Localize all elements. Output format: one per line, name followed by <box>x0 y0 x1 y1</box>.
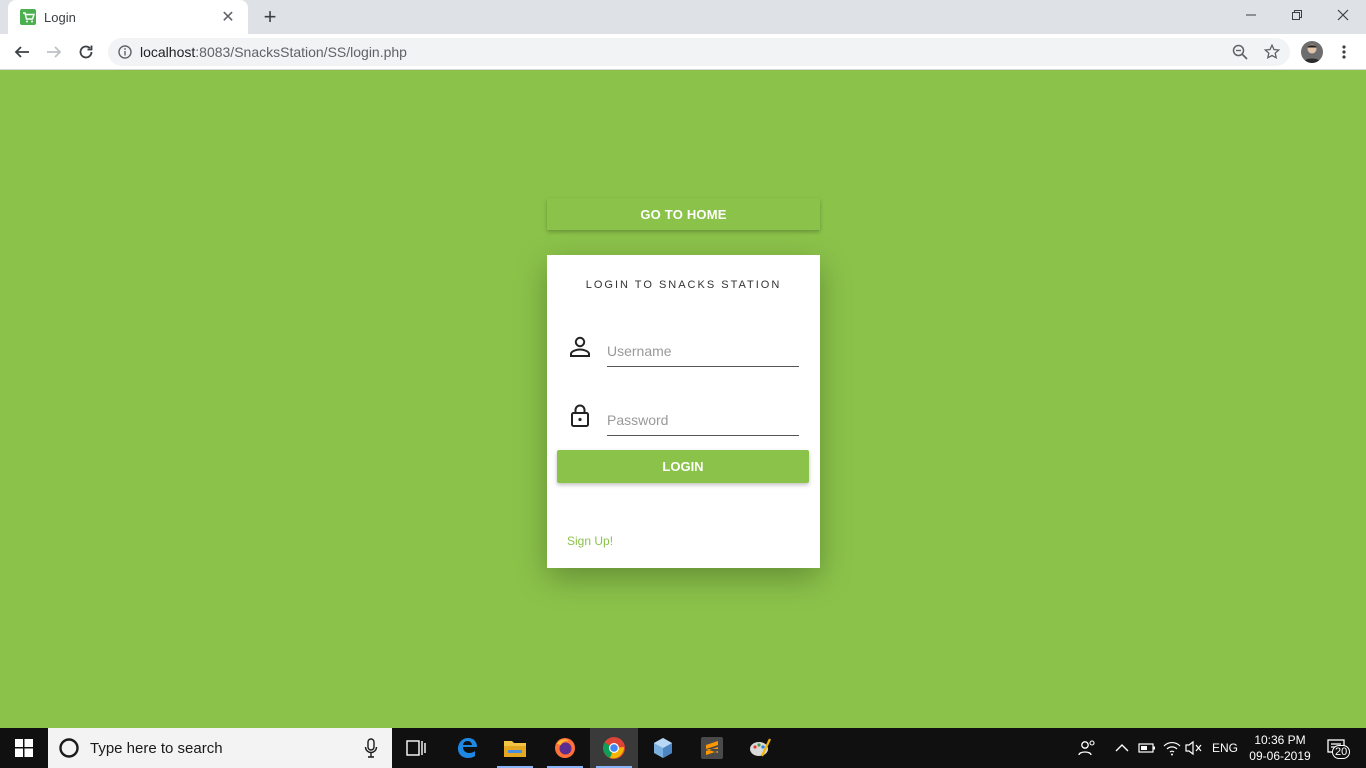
people-button[interactable] <box>1077 738 1097 758</box>
chevron-up-icon <box>1115 744 1129 752</box>
person-icon <box>570 336 590 357</box>
system-clock[interactable]: 10:36 PM 09-06-2019 <box>1240 732 1320 764</box>
taskbar-virtualbox[interactable] <box>639 728 687 768</box>
cart-favicon-icon <box>20 9 36 25</box>
taskbar-paint[interactable] <box>736 728 784 768</box>
kebab-menu-icon <box>1342 45 1346 59</box>
zoom-out-icon <box>1232 44 1248 60</box>
notification-badge: 20 <box>1332 745 1351 759</box>
browser-tab-bar: Login ✕ + <box>0 0 1366 34</box>
card-title: LOGIN TO SNACKS STATION <box>585 279 782 291</box>
edge-browser-icon <box>458 738 477 758</box>
forward-button[interactable] <box>41 39 67 65</box>
battery-icon <box>1138 743 1155 753</box>
reload-button[interactable] <box>73 39 99 65</box>
folder-icon <box>504 741 526 757</box>
task-view-icon <box>406 740 426 756</box>
star-icon <box>1264 44 1280 60</box>
close-icon <box>1337 9 1349 21</box>
username-field[interactable] <box>607 337 799 367</box>
taskbar-search[interactable]: Type here to search <box>48 728 392 768</box>
login-card: LOGIN TO SNACKS STATION LOGIN Sign Up! <box>547 255 820 568</box>
chrome-icon <box>603 737 625 759</box>
taskbar-firefox[interactable] <box>541 728 589 768</box>
password-input[interactable] <box>607 406 799 434</box>
browser-toolbar: localhost:8083/SnacksStation/SS/login.ph… <box>0 34 1366 70</box>
info-icon[interactable] <box>118 45 132 59</box>
speaker-muted-icon <box>1185 740 1202 756</box>
username-input[interactable] <box>607 337 799 365</box>
search-placeholder: Type here to search <box>90 739 223 757</box>
show-hidden-icons-button[interactable] <box>1112 738 1132 758</box>
bookmark-button[interactable] <box>1260 40 1284 64</box>
paint-palette-icon <box>750 738 771 757</box>
url-host: localhost <box>140 44 196 60</box>
cube-app-icon <box>654 738 672 758</box>
battery-button[interactable] <box>1137 738 1157 758</box>
minimize-icon <box>1246 14 1256 16</box>
network-button[interactable] <box>1162 738 1182 758</box>
windows-logo-icon <box>15 739 33 757</box>
sublime-text-icon <box>701 737 723 759</box>
taskbar-sublime-text[interactable] <box>688 728 736 768</box>
tab-title: Login <box>44 9 76 25</box>
zoom-button[interactable] <box>1228 40 1252 64</box>
volume-button[interactable] <box>1184 738 1204 758</box>
taskbar-edge[interactable] <box>443 728 491 768</box>
back-arrow-icon <box>14 46 29 58</box>
restore-button[interactable] <box>1274 0 1320 30</box>
url-text: localhost:8083/SnacksStation/SS/login.ph… <box>140 44 407 60</box>
browser-tab[interactable]: Login ✕ <box>8 0 248 34</box>
start-button[interactable] <box>0 728 48 768</box>
close-window-button[interactable] <box>1320 0 1366 30</box>
wifi-icon <box>1163 742 1181 756</box>
forward-arrow-icon <box>47 46 62 58</box>
clock-date: 09-06-2019 <box>1249 749 1311 763</box>
microphone-icon[interactable] <box>364 738 378 758</box>
url-path: :8083/SnacksStation/SS/login.php <box>195 44 407 60</box>
taskbar-file-explorer[interactable] <box>491 728 539 768</box>
people-icon <box>1078 740 1095 756</box>
action-center-button[interactable]: 20 <box>1323 738 1351 759</box>
lock-icon <box>571 404 589 427</box>
profile-avatar[interactable] <box>1301 41 1323 63</box>
new-tab-button[interactable]: + <box>258 5 282 29</box>
back-button[interactable] <box>9 39 35 65</box>
minimize-button[interactable] <box>1228 0 1274 30</box>
clock-time: 10:36 PM <box>1254 733 1306 747</box>
browser-menu-button[interactable] <box>1334 40 1354 64</box>
task-view-button[interactable] <box>392 728 440 768</box>
taskbar-chrome[interactable] <box>590 728 638 768</box>
login-button[interactable]: LOGIN <box>557 450 809 483</box>
tab-close-icon[interactable]: ✕ <box>218 7 238 27</box>
password-field[interactable] <box>607 406 799 436</box>
address-bar[interactable]: localhost:8083/SnacksStation/SS/login.ph… <box>108 38 1290 66</box>
cortana-icon <box>59 738 79 758</box>
sign-up-link[interactable]: Sign Up! <box>567 534 613 548</box>
user-avatar-icon <box>1303 44 1321 63</box>
taskbar: Type here to search ENG 10:36 PM 09-06-2… <box>0 728 1366 768</box>
reload-icon <box>79 45 93 59</box>
restore-icon <box>1292 10 1302 20</box>
input-language[interactable]: ENG <box>1212 741 1238 755</box>
go-to-home-button[interactable]: GO TO HOME <box>547 198 820 230</box>
firefox-icon <box>555 738 575 758</box>
